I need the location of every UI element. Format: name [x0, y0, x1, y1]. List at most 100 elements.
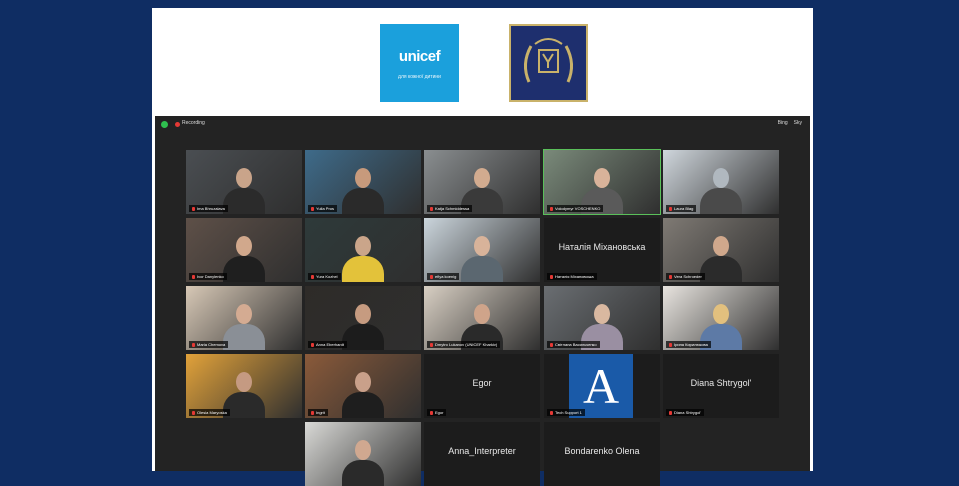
participant-name-label: Dmytro Lukanov (UNICEF Kharkiv): [427, 341, 501, 348]
participant-video-figure: [342, 168, 384, 214]
participant-tile[interactable]: Ingrit: [305, 354, 421, 418]
participant-tile[interactable]: Volodymyr VOSCHENKO: [543, 149, 661, 215]
participant-name: efiya koenig: [435, 274, 457, 279]
university-emblem: [509, 24, 588, 102]
mic-muted-icon: [430, 206, 433, 211]
mic-muted-icon: [550, 342, 553, 347]
participant-tile[interactable]: Bondarenko Olena: [544, 422, 660, 486]
participant-name-label: Anna Eberhardt: [308, 341, 348, 348]
participant-tile[interactable]: Olesia Maryoska: [186, 354, 302, 418]
participant-video-figure: [223, 304, 265, 350]
participant-name: Volodymyr VOSCHENKO: [555, 206, 601, 211]
mic-muted-icon: [430, 342, 433, 347]
mic-muted-icon: [311, 274, 314, 279]
participant-tile[interactable]: Dmytro Lukanov (UNICEF Kharkiv): [424, 286, 540, 350]
mic-muted-icon: [669, 410, 672, 415]
participant-name-label: Vera Schroeder: [666, 273, 705, 280]
participant-name: Світлана Васильченко: [555, 342, 597, 347]
recording-label: Recording: [182, 120, 205, 126]
participant-name: Dmytro Lukanov (UNICEF Kharkiv): [435, 342, 498, 347]
participant-tile[interactable]: Egor Egor: [424, 354, 540, 418]
participant-name-label: Ingrit: [308, 409, 328, 416]
participant-name: Yulia Pros: [316, 206, 335, 211]
participant-video-figure: [342, 304, 384, 350]
participant-name-label: Volodymyr VOSCHENKO: [547, 205, 604, 212]
unicef-wordmark: unicef: [398, 48, 441, 65]
mic-muted-icon: [550, 206, 553, 211]
participant-tile[interactable]: Ima Bhruzalava: [186, 150, 302, 214]
view-option[interactable]: Bing: [778, 120, 788, 126]
participant-name-label: Наталія Міхановська: [547, 273, 597, 280]
participant-tile[interactable]: Anna Eberhardt: [305, 286, 421, 350]
participant-name: Laura Blag: [674, 206, 694, 211]
zoom-topbar: Recording Bing Sky: [155, 116, 810, 132]
participant-display-name: Bondarenko Olena: [564, 446, 640, 456]
participant-video-figure: [223, 236, 265, 282]
view-option[interactable]: Sky: [794, 120, 802, 126]
participant-name-label: Egor: [427, 409, 447, 416]
participant-tile[interactable]: A Tech Support 1: [544, 354, 660, 418]
participant-name-label: Laura Blag: [666, 205, 697, 212]
participant-name-label: Katja Schmiddessa: [427, 205, 473, 212]
participant-video-figure: [342, 440, 384, 486]
participant-tile[interactable]: Ірина Кирилюкова: [663, 286, 779, 350]
participant-name-label: Yura Kozhel: [308, 273, 341, 280]
participant-tile[interactable]: [305, 422, 421, 486]
participant-name: Ingrit: [316, 410, 325, 415]
participant-tile[interactable]: Ivor Danylenko: [186, 218, 302, 282]
participant-name: Ірина Кирилюкова: [674, 342, 708, 347]
participant-display-name: Anna_Interpreter: [448, 446, 516, 456]
participant-tile[interactable]: Maria Chemova: [186, 286, 302, 350]
mic-muted-icon: [192, 410, 195, 415]
participant-name-label: Tech Support 1: [547, 409, 585, 416]
mic-muted-icon: [192, 342, 195, 347]
participant-tile[interactable]: Katja Schmiddessa: [424, 150, 540, 214]
participant-display-name: Наталія Міхановська: [558, 242, 646, 252]
participant-name: Egor: [435, 410, 444, 415]
participant-name-label: efiya koenig: [427, 273, 460, 280]
shield-icon[interactable]: [161, 121, 168, 128]
participant-video-figure: [700, 236, 742, 282]
participant-name-label: Світлана Васильченко: [547, 341, 600, 348]
mic-muted-icon: [669, 274, 672, 279]
participant-tile[interactable]: Yulia Pros: [305, 150, 421, 214]
participant-tile[interactable]: Diana Shtrygol' Diana Shtrygol': [663, 354, 779, 418]
record-icon: [175, 122, 180, 127]
participant-name-label: Yulia Pros: [308, 205, 338, 212]
participant-name: Yura Kozhel: [316, 274, 338, 279]
participant-video-figure: [342, 372, 384, 418]
participant-name: Ivor Danylenko: [197, 274, 224, 279]
unicef-tagline: для кожної дитини: [398, 74, 441, 80]
mic-muted-icon: [550, 410, 553, 415]
participant-tile[interactable]: efiya koenig: [424, 218, 540, 282]
participant-name-label: Ima Bhruzalava: [189, 205, 228, 212]
mic-muted-icon: [311, 342, 314, 347]
participant-video-figure: [223, 168, 265, 214]
participant-tile[interactable]: Yura Kozhel: [305, 218, 421, 282]
participant-tile[interactable]: Vera Schroeder: [663, 218, 779, 282]
participant-name: Anna Eberhardt: [316, 342, 345, 347]
participant-tile[interactable]: Наталія Міхановська Наталія Міхановська: [544, 218, 660, 282]
mic-muted-icon: [192, 274, 195, 279]
participant-name-label: Diana Shtrygol': [666, 409, 704, 416]
participant-name: Tech Support 1: [555, 410, 582, 415]
participant-tile[interactable]: Anna_Interpreter: [424, 422, 540, 486]
participant-name: Ima Bhruzalava: [197, 206, 225, 211]
mic-muted-icon: [550, 274, 553, 279]
participant-name: Vera Schroeder: [674, 274, 702, 279]
mic-muted-icon: [669, 206, 672, 211]
participant-video-figure: [461, 236, 503, 282]
participant-name: Olesia Maryoska: [197, 410, 227, 415]
mic-muted-icon: [430, 274, 433, 279]
mic-muted-icon: [430, 410, 433, 415]
view-controls: Bing Sky: [778, 120, 802, 126]
participant-video-figure: [700, 168, 742, 214]
participant-display-name: Diana Shtrygol': [690, 378, 752, 388]
participant-name: Maria Chemova: [197, 342, 226, 347]
mic-muted-icon: [311, 206, 314, 211]
participant-name-label: Maria Chemova: [189, 341, 229, 348]
participant-video-figure: [342, 236, 384, 282]
participant-name-label: Ірина Кирилюкова: [666, 341, 711, 348]
participant-tile[interactable]: Laura Blag: [663, 150, 779, 214]
participant-tile[interactable]: Світлана Васильченко: [544, 286, 660, 350]
